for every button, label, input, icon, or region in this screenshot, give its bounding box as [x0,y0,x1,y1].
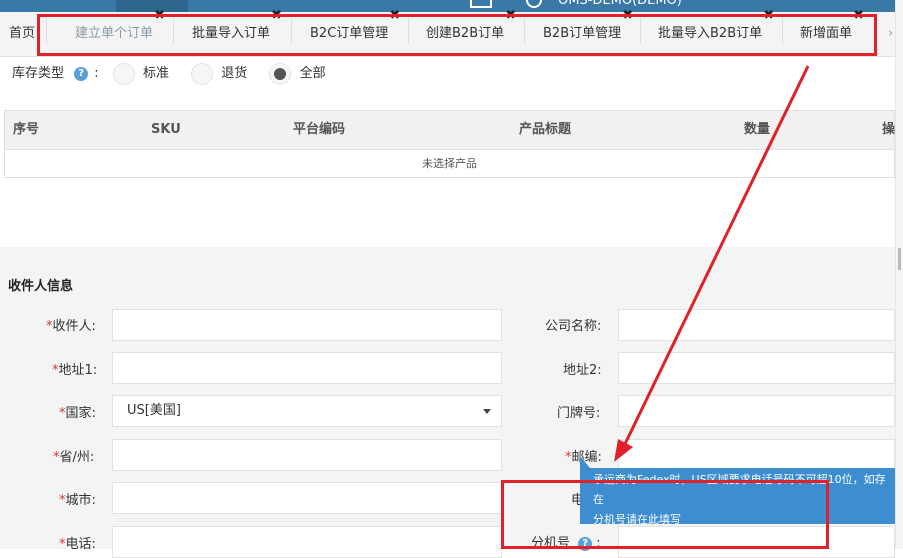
state-input[interactable] [112,439,502,471]
tab-home[interactable]: 首页 [9,18,35,50]
inventory-type-label: 库存类型 [12,66,65,81]
city-label: *城市: [59,493,96,508]
table-header: 序号 SKU 平台编码 产品标题 数量 操 [5,111,896,150]
section-title: 收件人信息 [8,279,74,294]
extension-highlight-box [501,480,829,549]
product-table: 序号 SKU 平台编码 产品标题 数量 操 未选择产品 [4,110,895,178]
app-title: OMS-DEMO(DEMO) [558,0,682,8]
table-empty-message: 未选择产品 [422,157,477,170]
state-label: *省/州: [53,450,95,465]
column-header: 产品标题 [519,122,572,137]
column-header: 平台编码 [293,122,346,137]
country-select[interactable]: US[美国] [112,395,502,427]
help-icon[interactable]: ? [74,66,89,81]
phone-label: *电话: [59,537,96,552]
column-header: 数量 [744,122,771,137]
recipient-label: *收件人: [46,319,96,334]
top-navbar: OMS-DEMO(DEMO) [0,0,895,12]
radio-all-label[interactable]: 全部 [300,66,326,81]
page-scrollbar[interactable] [895,0,903,549]
door-number-label: 门牌号: [557,406,601,421]
recipient-input[interactable] [112,309,502,341]
radio-return[interactable] [191,62,214,85]
tab-overflow-arrow-icon[interactable]: › [888,18,893,50]
address1-label: *地址1: [52,363,98,378]
radio-return-label[interactable]: 退货 [221,66,247,81]
tab-home-label: 首页 [9,26,36,41]
company-input[interactable] [618,309,895,341]
column-header: 操 [882,122,896,137]
inventory-type-row: 库存类型 ? : 标准 退货 全部 [12,62,326,86]
door-number-input[interactable] [618,395,895,427]
column-header: SKU [151,122,181,137]
address1-input[interactable] [112,352,502,384]
city-input[interactable] [112,482,502,514]
phone-input[interactable] [112,526,502,558]
scrollbar-thumb[interactable] [898,248,901,270]
tooltip-arrow [580,456,590,468]
radio-standard-label[interactable]: 标准 [143,66,169,81]
user-icon[interactable] [526,0,542,8]
postcode-input[interactable] [618,439,895,471]
radio-standard[interactable] [112,62,135,85]
window-icon[interactable] [470,0,492,8]
country-label: *国家: [59,406,96,421]
navbar-active-segment[interactable] [116,0,188,12]
tab-highlight-box [37,14,877,56]
chevron-down-icon [483,409,491,414]
country-select-value: US[美国] [127,403,181,418]
address2-input[interactable] [618,352,895,384]
inventory-type-colon: : [94,66,99,81]
company-label: 公司名称: [545,319,602,334]
column-header: 序号 [13,122,40,137]
address2-label: 地址2: [563,363,602,378]
radio-all[interactable] [269,62,292,85]
